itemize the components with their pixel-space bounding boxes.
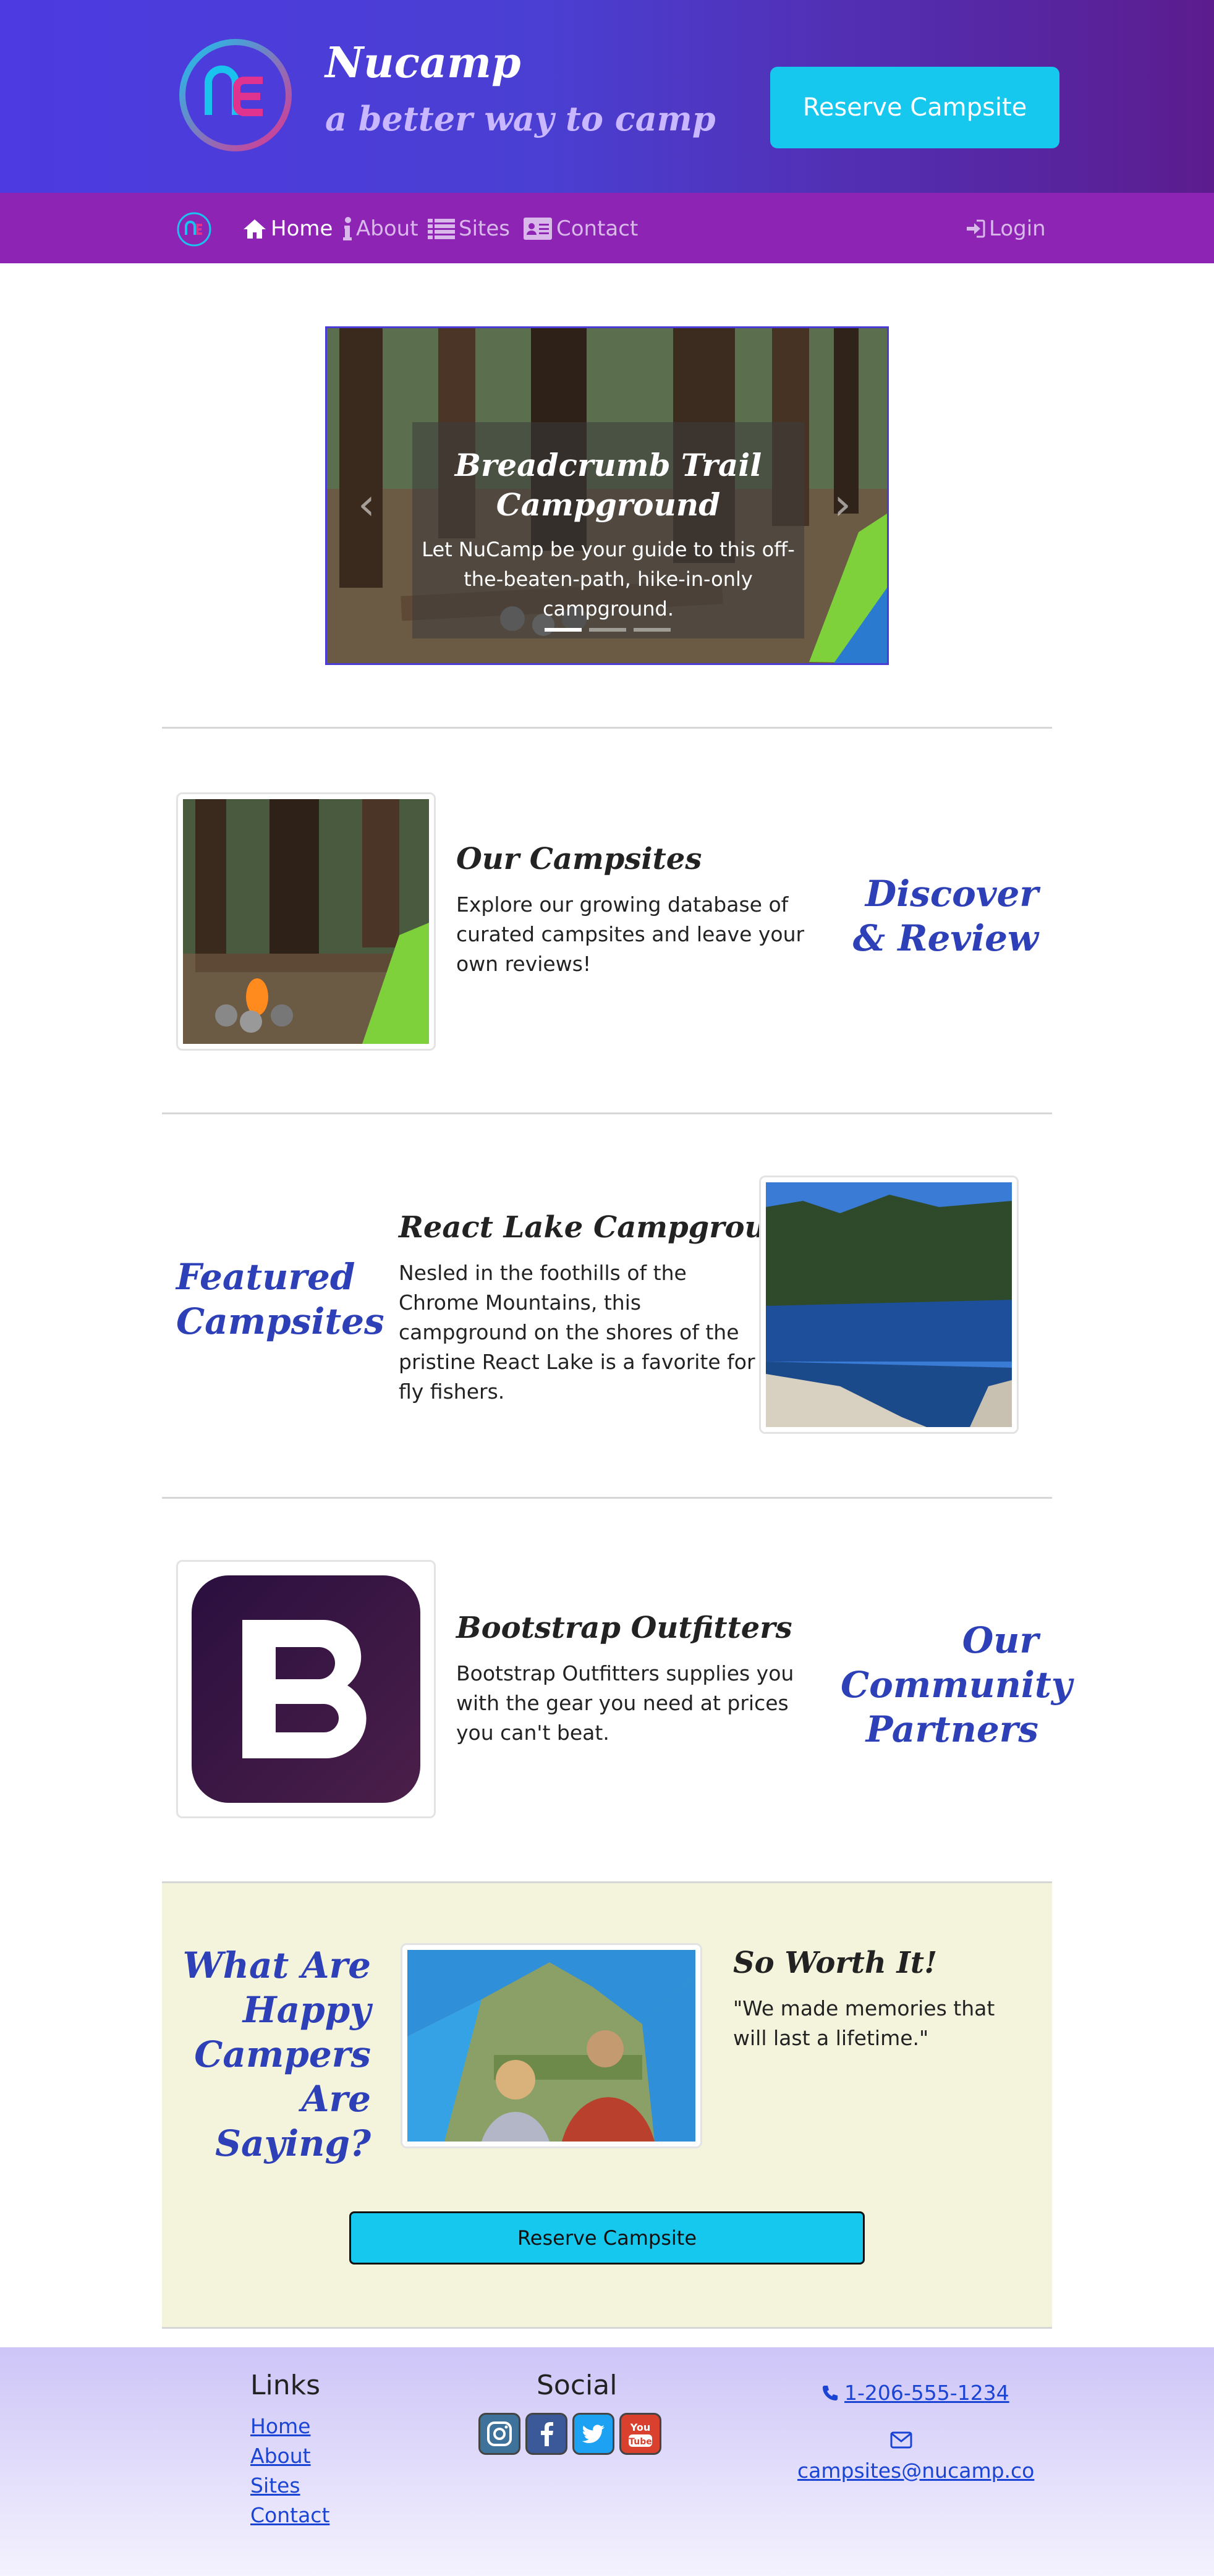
carousel-indicator[interactable] [589, 628, 626, 632]
youtube-icon[interactable]: You Tube [619, 2413, 661, 2455]
nav-logo-icon[interactable] [176, 211, 212, 247]
footer-phone: 1-206-555-1234 [844, 2381, 1009, 2405]
login-label: Login [989, 216, 1046, 241]
carousel-text: Let NuCamp be your guide to this off-the… [422, 538, 795, 621]
nav-item-sites[interactable]: Sites [428, 211, 510, 246]
envelope-icon [890, 2431, 912, 2451]
brand-name: Nucamp [325, 38, 521, 88]
nav-label-about: About [356, 216, 418, 241]
divider [162, 1112, 1052, 1114]
carousel-prev-icon[interactable]: ‹ [358, 479, 375, 530]
svg-text:You: You [630, 2421, 651, 2433]
featured-text: Nesled in the foothills of the Chrome Mo… [399, 1261, 755, 1404]
carousel-next-icon[interactable]: › [834, 479, 851, 530]
instagram-icon[interactable] [478, 2413, 520, 2455]
nav-item-contact[interactable]: Contact [523, 211, 638, 246]
footer-email-link[interactable]: campsites@nucamp.co [797, 2459, 1034, 2483]
phone-icon [823, 2385, 838, 2400]
main-navbar: Home About Sites Contact Login [0, 193, 1214, 263]
nav-label-sites: Sites [459, 216, 510, 241]
brand-tagline: a better way to camp [325, 99, 716, 138]
partner-title: Bootstrap Outfitters [456, 1611, 792, 1645]
carousel-caption: Breadcrumb Trail Campground Let NuCamp b… [412, 422, 804, 638]
nav-item-home[interactable]: Home [242, 211, 333, 246]
campsite-image [183, 799, 429, 1044]
reserve-campsite-button-bottom[interactable]: Reserve Campsite [349, 2211, 865, 2265]
list-icon [428, 219, 455, 239]
facebook-icon[interactable] [525, 2413, 567, 2455]
twitter-icon[interactable] [572, 2413, 614, 2455]
campsite-thumbnail [176, 792, 436, 1051]
carousel-indicator[interactable] [634, 628, 671, 632]
nav-label-home: Home [271, 216, 333, 241]
sign-in-icon [967, 219, 985, 238]
carousel-indicators [545, 628, 671, 632]
lake-image [766, 1182, 1012, 1427]
campsites-title: Our Campsites [456, 842, 702, 876]
testimonial-title: So Worth It! [733, 1946, 938, 1980]
testimonial-quote: "We made memories that will last a lifet… [733, 1996, 995, 2050]
home-icon [244, 219, 266, 239]
footer-links-heading: Links [250, 2370, 321, 2401]
footer-link-about[interactable]: About [250, 2444, 311, 2468]
hero-carousel[interactable]: ‹ › Breadcrumb Trail Campground Let NuCa… [325, 326, 889, 665]
footer-social-heading: Social [537, 2370, 618, 2401]
divider [162, 727, 1052, 729]
partner-thumbnail [176, 1560, 436, 1818]
site-header: Nucamp a better way to camp Reserve Camp… [0, 0, 1214, 193]
svg-text:Tube: Tube [629, 2437, 652, 2447]
campers-image [407, 1950, 695, 2142]
footer-link-sites[interactable]: Sites [250, 2473, 300, 2498]
partner-text: Bootstrap Outfitters supplies you with t… [456, 1661, 794, 1745]
testimonial-thumbnail [401, 1943, 702, 2148]
featured-thumbnail [759, 1176, 1019, 1434]
info-icon [343, 217, 352, 240]
nav-label-contact: Contact [556, 216, 639, 241]
bootstrap-logo [192, 1575, 420, 1803]
login-button[interactable]: Login [966, 211, 1046, 246]
footer-phone-link[interactable]: 1-206-555-1234 [821, 2381, 1009, 2405]
carousel-title: Breadcrumb Trail Campground [454, 447, 762, 523]
section-label-featured: Featured Campsites [176, 1256, 384, 1342]
nav-item-about[interactable]: About [342, 211, 418, 246]
nucamp-logo [179, 39, 292, 151]
section-label-discover: Discover & Review [852, 873, 1038, 959]
footer-link-home[interactable]: Home [250, 2414, 310, 2438]
carousel-indicator[interactable] [545, 628, 582, 632]
section-label-testimonials: What Are Happy Campers Are Saying? [182, 1944, 371, 2164]
footer-link-contact[interactable]: Contact [250, 2503, 329, 2527]
divider [162, 1497, 1052, 1499]
section-label-partners: Our Community Partners [841, 1619, 1072, 1750]
address-card-icon [524, 218, 552, 240]
campsites-text: Explore our growing database of curated … [456, 892, 805, 976]
featured-title: React Lake Campground [399, 1210, 809, 1245]
reserve-campsite-button[interactable]: Reserve Campsite [770, 67, 1059, 148]
